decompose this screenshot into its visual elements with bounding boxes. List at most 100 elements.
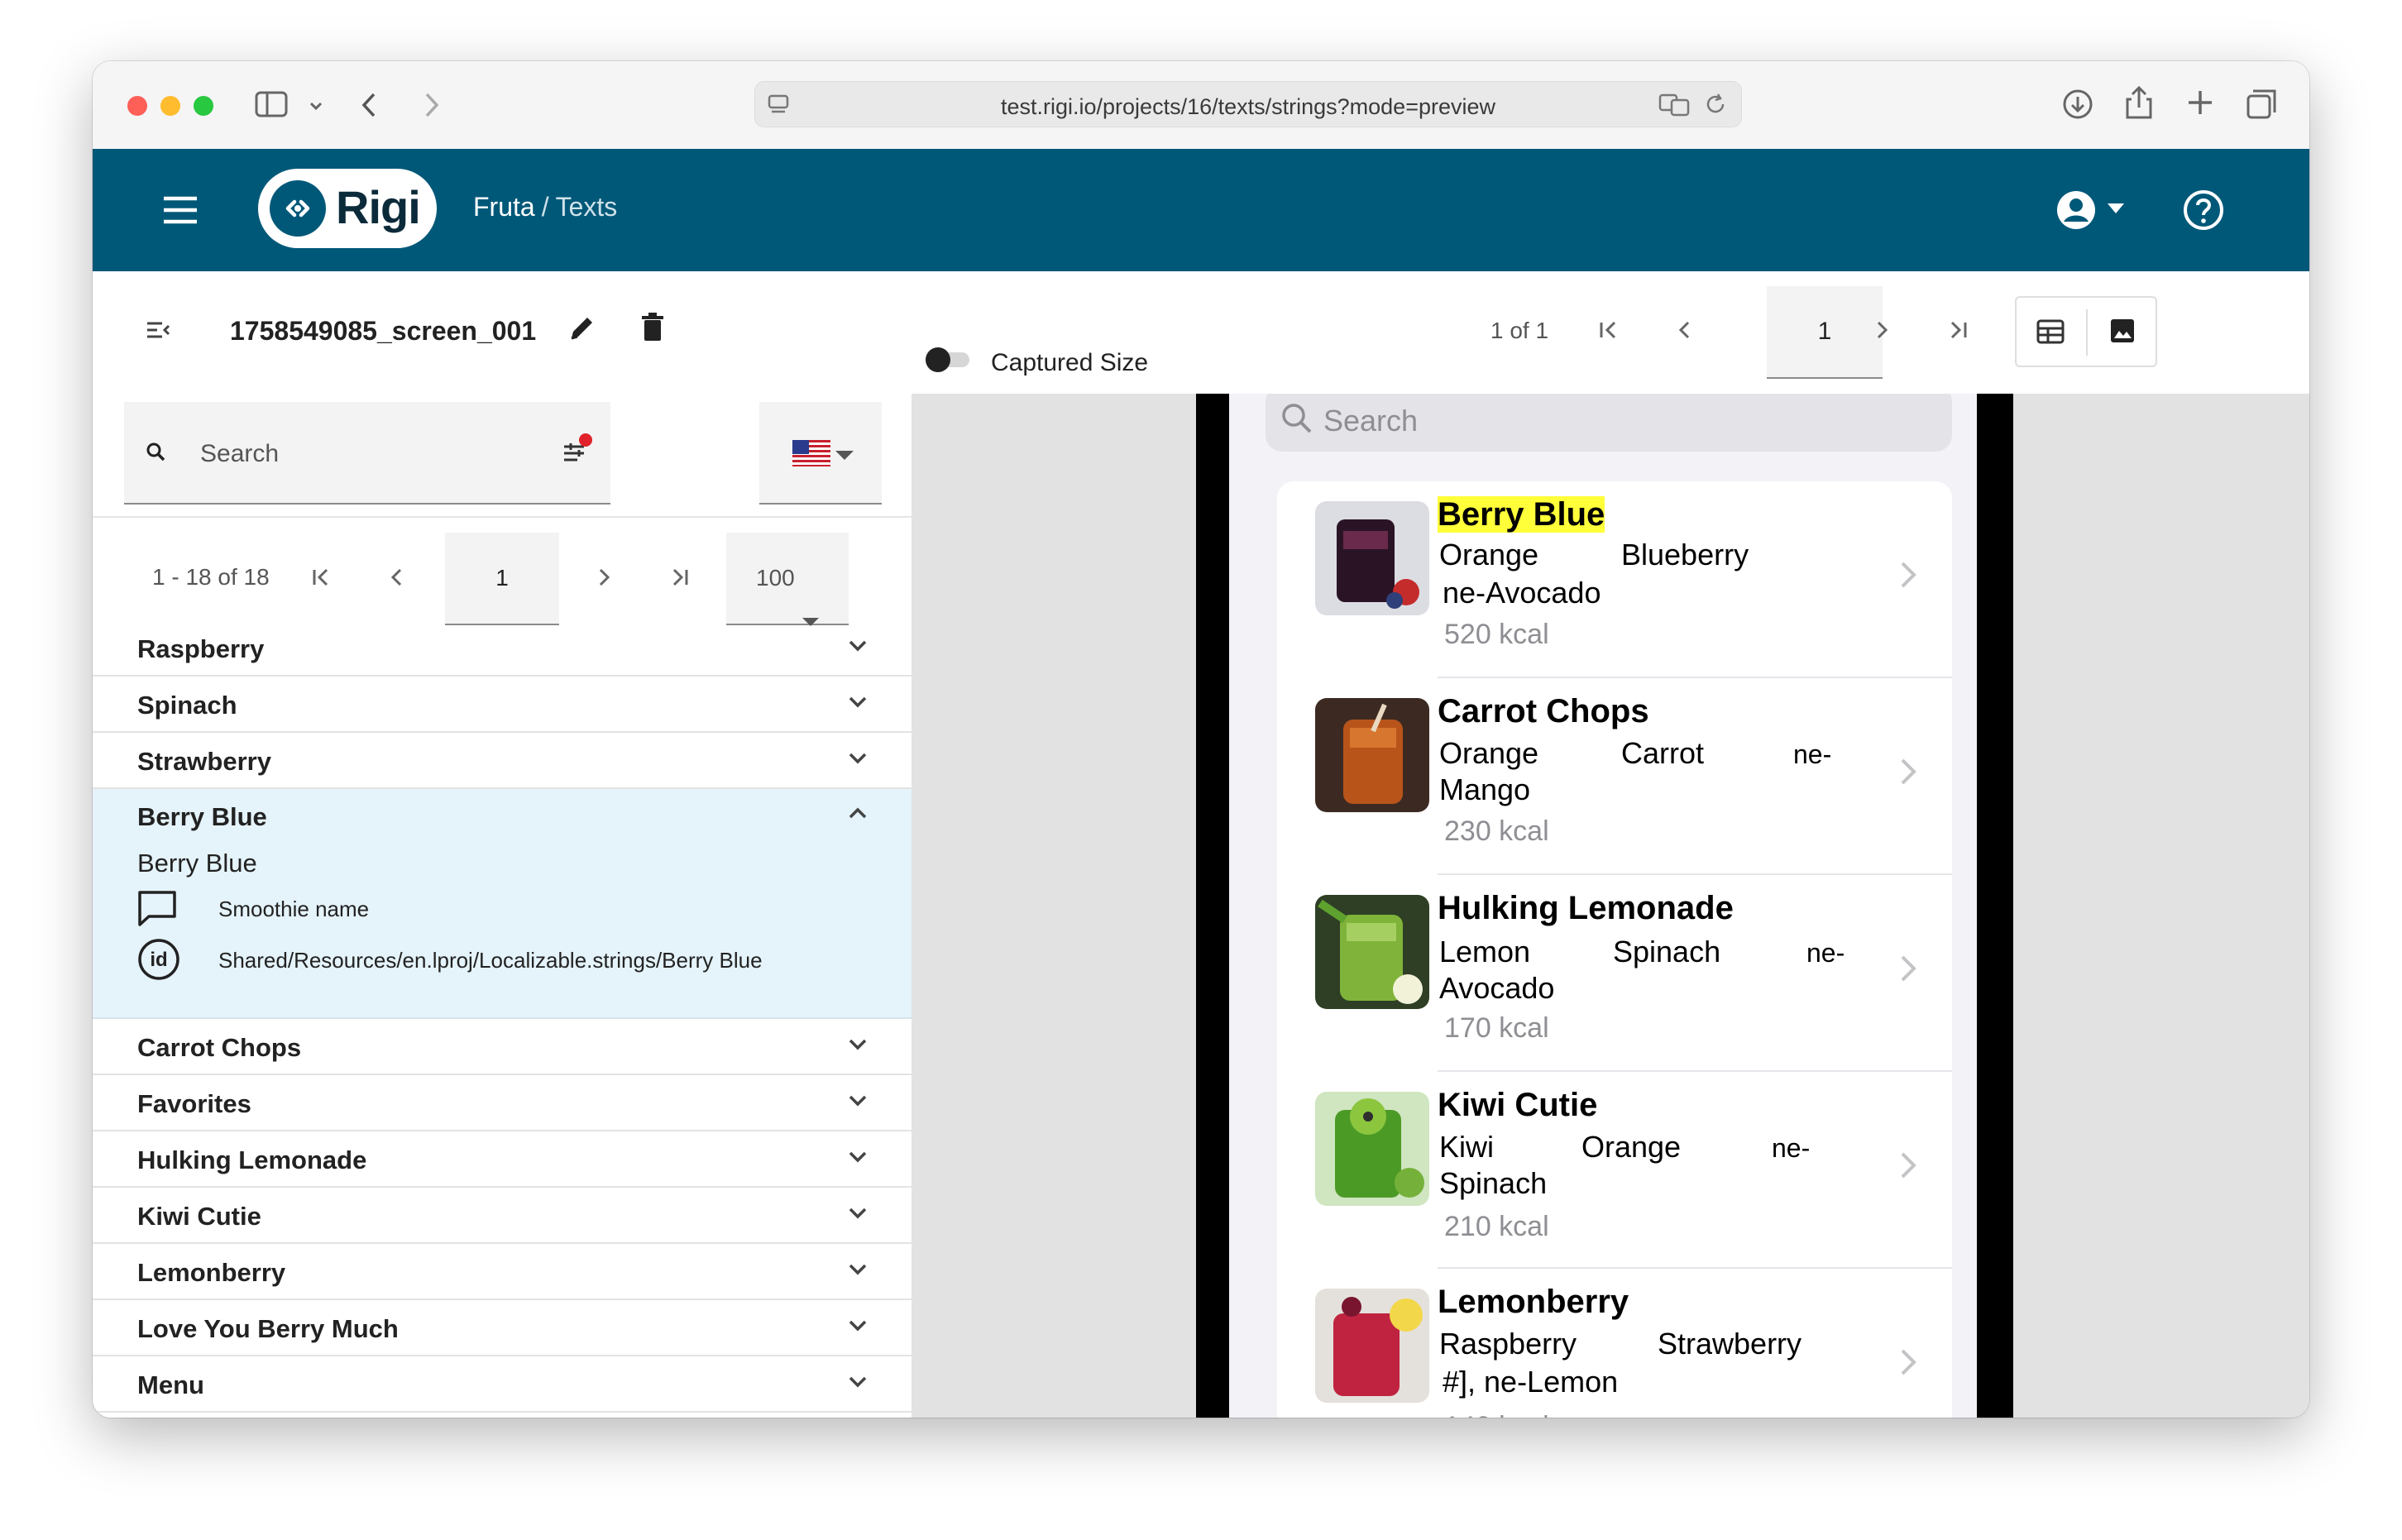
minimize-window-button[interactable] — [160, 96, 180, 116]
smoothie-title: Carrot Chops — [1438, 693, 1649, 729]
url-text: test.rigi.io/projects/16/texts/strings?m… — [1000, 94, 1496, 119]
ingredient: Orange — [1439, 736, 1539, 770]
help-icon[interactable] — [2182, 189, 2225, 236]
screenshot-preview: Search Berry Blue Orange Blueberry ne-Av… — [912, 394, 2309, 1418]
translate-icon[interactable] — [1658, 93, 1690, 121]
page-number-input[interactable]: 1 — [1767, 286, 1883, 379]
breadcrumb: Fruta / Texts — [473, 192, 617, 222]
smoothie-list: Berry Blue Orange Blueberry ne-Avocado 5… — [1277, 481, 1952, 1418]
reload-icon[interactable] — [1703, 92, 1728, 121]
search-field[interactable]: Search — [124, 402, 610, 505]
smoothie-title: Kiwi Cutie — [1438, 1087, 1598, 1123]
view-mode-toggle — [2015, 296, 2157, 367]
chevron-down-icon[interactable] — [845, 1032, 870, 1064]
tab-overview-icon[interactable] — [2245, 88, 2278, 125]
chevron-down-icon[interactable] — [308, 94, 324, 122]
list-item[interactable]: Love You Berry Much — [93, 1300, 912, 1356]
breadcrumb-separator: / — [541, 192, 549, 222]
list-item[interactable]: Strawberry — [93, 733, 912, 789]
account-icon[interactable] — [2056, 190, 2096, 234]
string-key: Lemonberry — [137, 1258, 286, 1287]
list-item[interactable]: Raspberry — [93, 620, 912, 677]
first-page-icon[interactable] — [309, 566, 333, 593]
smoothie-thumbnail — [1315, 895, 1429, 1009]
list-item[interactable]: Lemonberry — [93, 1244, 912, 1300]
menu-icon[interactable] — [162, 194, 199, 231]
list-item[interactable]: Hulking Lemonade — [93, 1131, 912, 1188]
smoothie-title: Berry Blue — [1438, 496, 1605, 533]
list-item[interactable]: Spinach — [93, 677, 912, 733]
collapse-panel-icon[interactable] — [146, 319, 170, 345]
filter-icon[interactable] — [561, 433, 594, 471]
chevron-down-icon[interactable] — [845, 746, 870, 777]
ingredient: ne- — [1806, 938, 1845, 968]
expanded-string-item[interactable]: Berry Blue Berry Blue Smoothie name id S… — [93, 789, 912, 1019]
string-comment: Smoothie name — [218, 897, 370, 921]
chevron-down-icon[interactable] — [845, 1257, 870, 1289]
image-view-icon[interactable] — [2109, 318, 2136, 348]
smoothie-row[interactable]: Lemonberry Raspberry Strawberry #], ne-L… — [1277, 1269, 1952, 1418]
calories: 230 kcal — [1444, 815, 1549, 847]
calories: 520 kcal — [1444, 619, 1549, 650]
next-page-icon[interactable] — [1869, 318, 1894, 347]
chevron-down-icon[interactable] — [845, 1370, 870, 1401]
chevron-down-icon[interactable] — [845, 1145, 870, 1176]
prev-page-icon[interactable] — [1672, 318, 1697, 347]
download-icon[interactable] — [2061, 88, 2094, 125]
device-screen: Search Berry Blue Orange Blueberry ne-Av… — [1229, 394, 1977, 1418]
string-key: Berry Blue — [137, 802, 267, 831]
chevron-down-icon[interactable] — [845, 634, 870, 665]
ingredient: Strawberry — [1658, 1327, 1802, 1361]
strings-panel: Search 1 - 18 of 18 1 100 Raspberry Spin… — [93, 394, 913, 1418]
language-select[interactable] — [759, 402, 882, 505]
captured-size-toggle[interactable] — [923, 346, 974, 378]
smoothie-row[interactable]: Berry Blue Orange Blueberry ne-Avocado 5… — [1277, 481, 1952, 678]
chevron-right-icon — [1899, 754, 1917, 796]
highlighted-title: Berry Blue — [1438, 496, 1605, 533]
rigi-logo[interactable]: Rigi — [258, 169, 437, 248]
last-page-icon[interactable] — [668, 566, 691, 593]
chevron-right-icon — [1899, 1345, 1917, 1386]
list-item[interactable]: Carrot Chops — [93, 1019, 912, 1075]
chevron-up-icon[interactable] — [845, 801, 870, 830]
back-icon[interactable] — [359, 91, 379, 124]
smoothie-row[interactable]: Carrot Chops Orange Carrot ne- Mango 230… — [1277, 678, 1952, 875]
string-id-path: Shared/Resources/en.lproj/Localizable.st… — [218, 948, 763, 973]
new-tab-icon[interactable] — [2185, 88, 2215, 122]
app-search-bar[interactable]: Search — [1266, 394, 1952, 452]
table-view-icon[interactable] — [2036, 319, 2065, 348]
delete-icon[interactable] — [640, 313, 665, 347]
edit-icon[interactable] — [567, 313, 597, 347]
per-page-select[interactable]: 100 — [726, 533, 849, 626]
page-number-input[interactable]: 1 — [445, 533, 559, 625]
smoothie-row[interactable]: Kiwi Cutie Kiwi Orange ne- Spinach 210 k… — [1277, 1072, 1952, 1269]
address-bar[interactable]: test.rigi.io/projects/16/texts/strings?m… — [754, 81, 1742, 127]
list-item[interactable]: Favorites — [93, 1075, 912, 1131]
string-value: Berry Blue — [137, 849, 257, 878]
close-window-button[interactable] — [127, 96, 147, 116]
chevron-down-icon[interactable] — [845, 690, 870, 721]
rigi-logo-icon — [270, 180, 326, 237]
device-frame: Search Berry Blue Orange Blueberry ne-Av… — [1196, 394, 2013, 1418]
captured-size-label: Captured Size — [991, 349, 1149, 376]
smoothie-row[interactable]: Hulking Lemonade Lemon Spinach ne- Avoca… — [1277, 875, 1952, 1072]
chevron-down-icon[interactable] — [845, 1201, 870, 1232]
zoom-window-button[interactable] — [194, 96, 213, 116]
list-item[interactable]: Menu — [93, 1356, 912, 1413]
last-page-icon[interactable] — [1945, 318, 1970, 347]
first-page-icon[interactable] — [1596, 318, 1621, 347]
us-flag-icon — [792, 440, 830, 471]
breadcrumb-project[interactable]: Fruta — [473, 192, 535, 222]
chevron-down-icon[interactable] — [845, 1313, 870, 1345]
prev-page-icon[interactable] — [385, 566, 409, 593]
search-placeholder: Search — [200, 440, 280, 467]
account-dropdown-icon[interactable] — [2108, 203, 2124, 219]
chevron-down-icon[interactable] — [845, 1088, 870, 1120]
next-page-icon[interactable] — [592, 566, 615, 593]
forward-icon[interactable] — [422, 91, 442, 124]
sidebar-toggle-icon[interactable] — [255, 90, 288, 123]
list-item[interactable]: Kiwi Cutie — [93, 1188, 912, 1244]
smoothie-thumbnail — [1315, 501, 1429, 615]
ingredient: Raspberry — [1439, 1327, 1577, 1361]
share-icon[interactable] — [2124, 84, 2154, 125]
